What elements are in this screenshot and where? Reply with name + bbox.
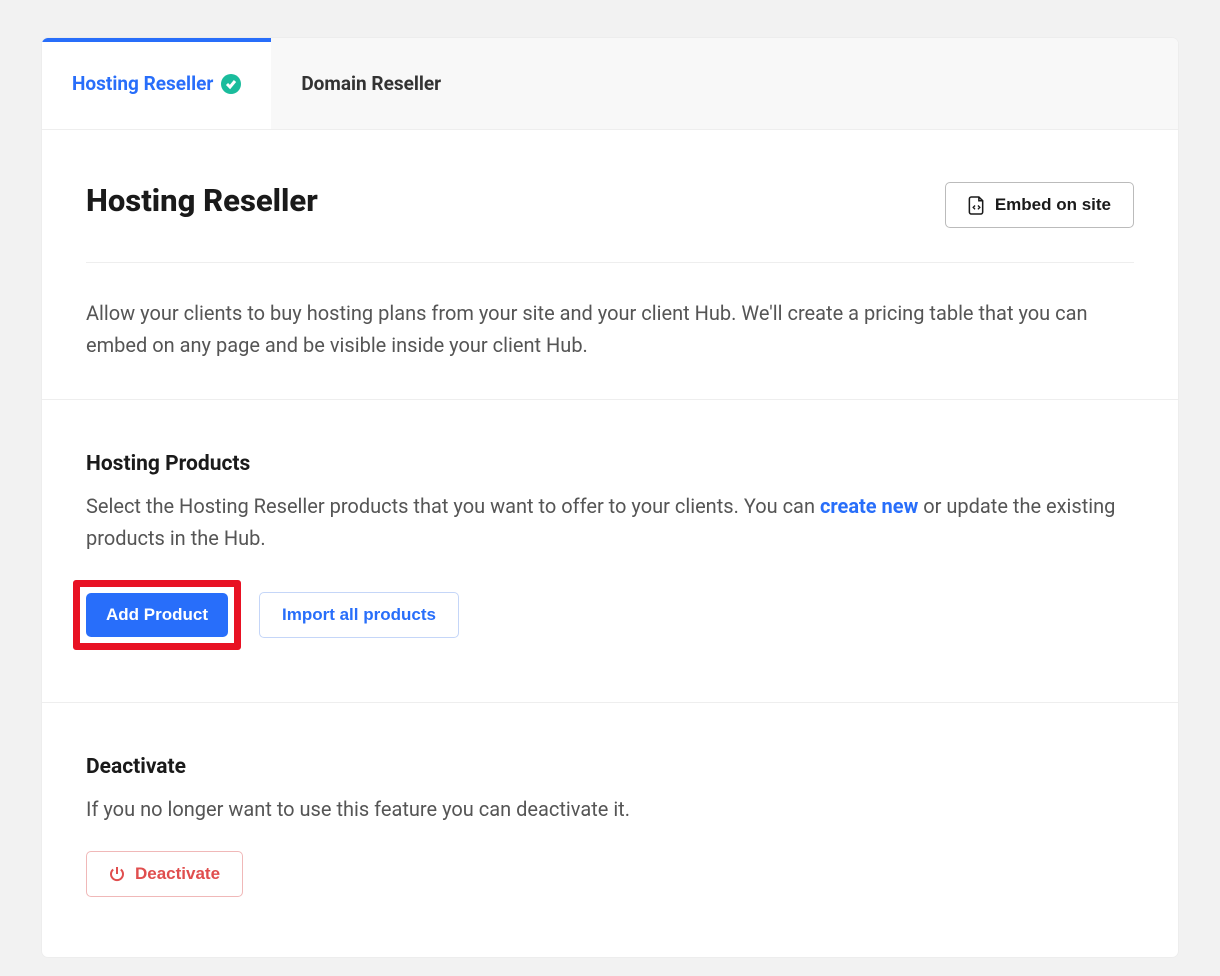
page-title: Hosting Reseller <box>86 182 318 219</box>
deactivate-section: Deactivate If you no longer want to use … <box>42 702 1178 957</box>
add-product-button[interactable]: Add Product <box>86 593 228 637</box>
hosting-products-description: Select the Hosting Reseller products tha… <box>86 490 1134 554</box>
tabs-bar: Hosting Reseller Domain Reseller <box>42 38 1178 130</box>
embed-button-label: Embed on site <box>995 195 1111 215</box>
embed-on-site-button[interactable]: Embed on site <box>945 182 1134 228</box>
power-icon <box>109 866 125 882</box>
deactivate-button[interactable]: Deactivate <box>86 851 243 897</box>
hosting-products-title: Hosting Products <box>86 452 1134 476</box>
deactivate-description: If you no longer want to use this featur… <box>86 793 1134 825</box>
products-desc-prefix: Select the Hosting Reseller products tha… <box>86 494 820 518</box>
tab-hosting-label: Hosting Reseller <box>72 72 213 95</box>
hosting-products-section: Hosting Products Select the Hosting Rese… <box>42 399 1178 702</box>
deactivate-title: Deactivate <box>86 755 1134 779</box>
tab-hosting-reseller[interactable]: Hosting Reseller <box>42 38 271 129</box>
tab-domain-label: Domain Reseller <box>301 72 441 95</box>
deactivate-button-row: Deactivate <box>86 851 1134 897</box>
header-description: Allow your clients to buy hosting plans … <box>86 297 1134 361</box>
reseller-card: Hosting Reseller Domain Reseller Hosting… <box>42 38 1178 957</box>
create-new-link[interactable]: create new <box>820 494 918 518</box>
header-section: Hosting Reseller Embed on site Allow you… <box>42 130 1178 399</box>
add-product-highlight: Add Product <box>73 580 241 650</box>
header-row: Hosting Reseller Embed on site <box>86 182 1134 263</box>
check-badge-icon <box>221 74 241 94</box>
import-all-products-button[interactable]: Import all products <box>259 592 459 638</box>
tab-domain-reseller[interactable]: Domain Reseller <box>271 38 471 129</box>
file-code-icon <box>968 196 985 215</box>
products-button-row: Add Product Import all products <box>86 580 1134 650</box>
deactivate-button-label: Deactivate <box>135 864 220 884</box>
